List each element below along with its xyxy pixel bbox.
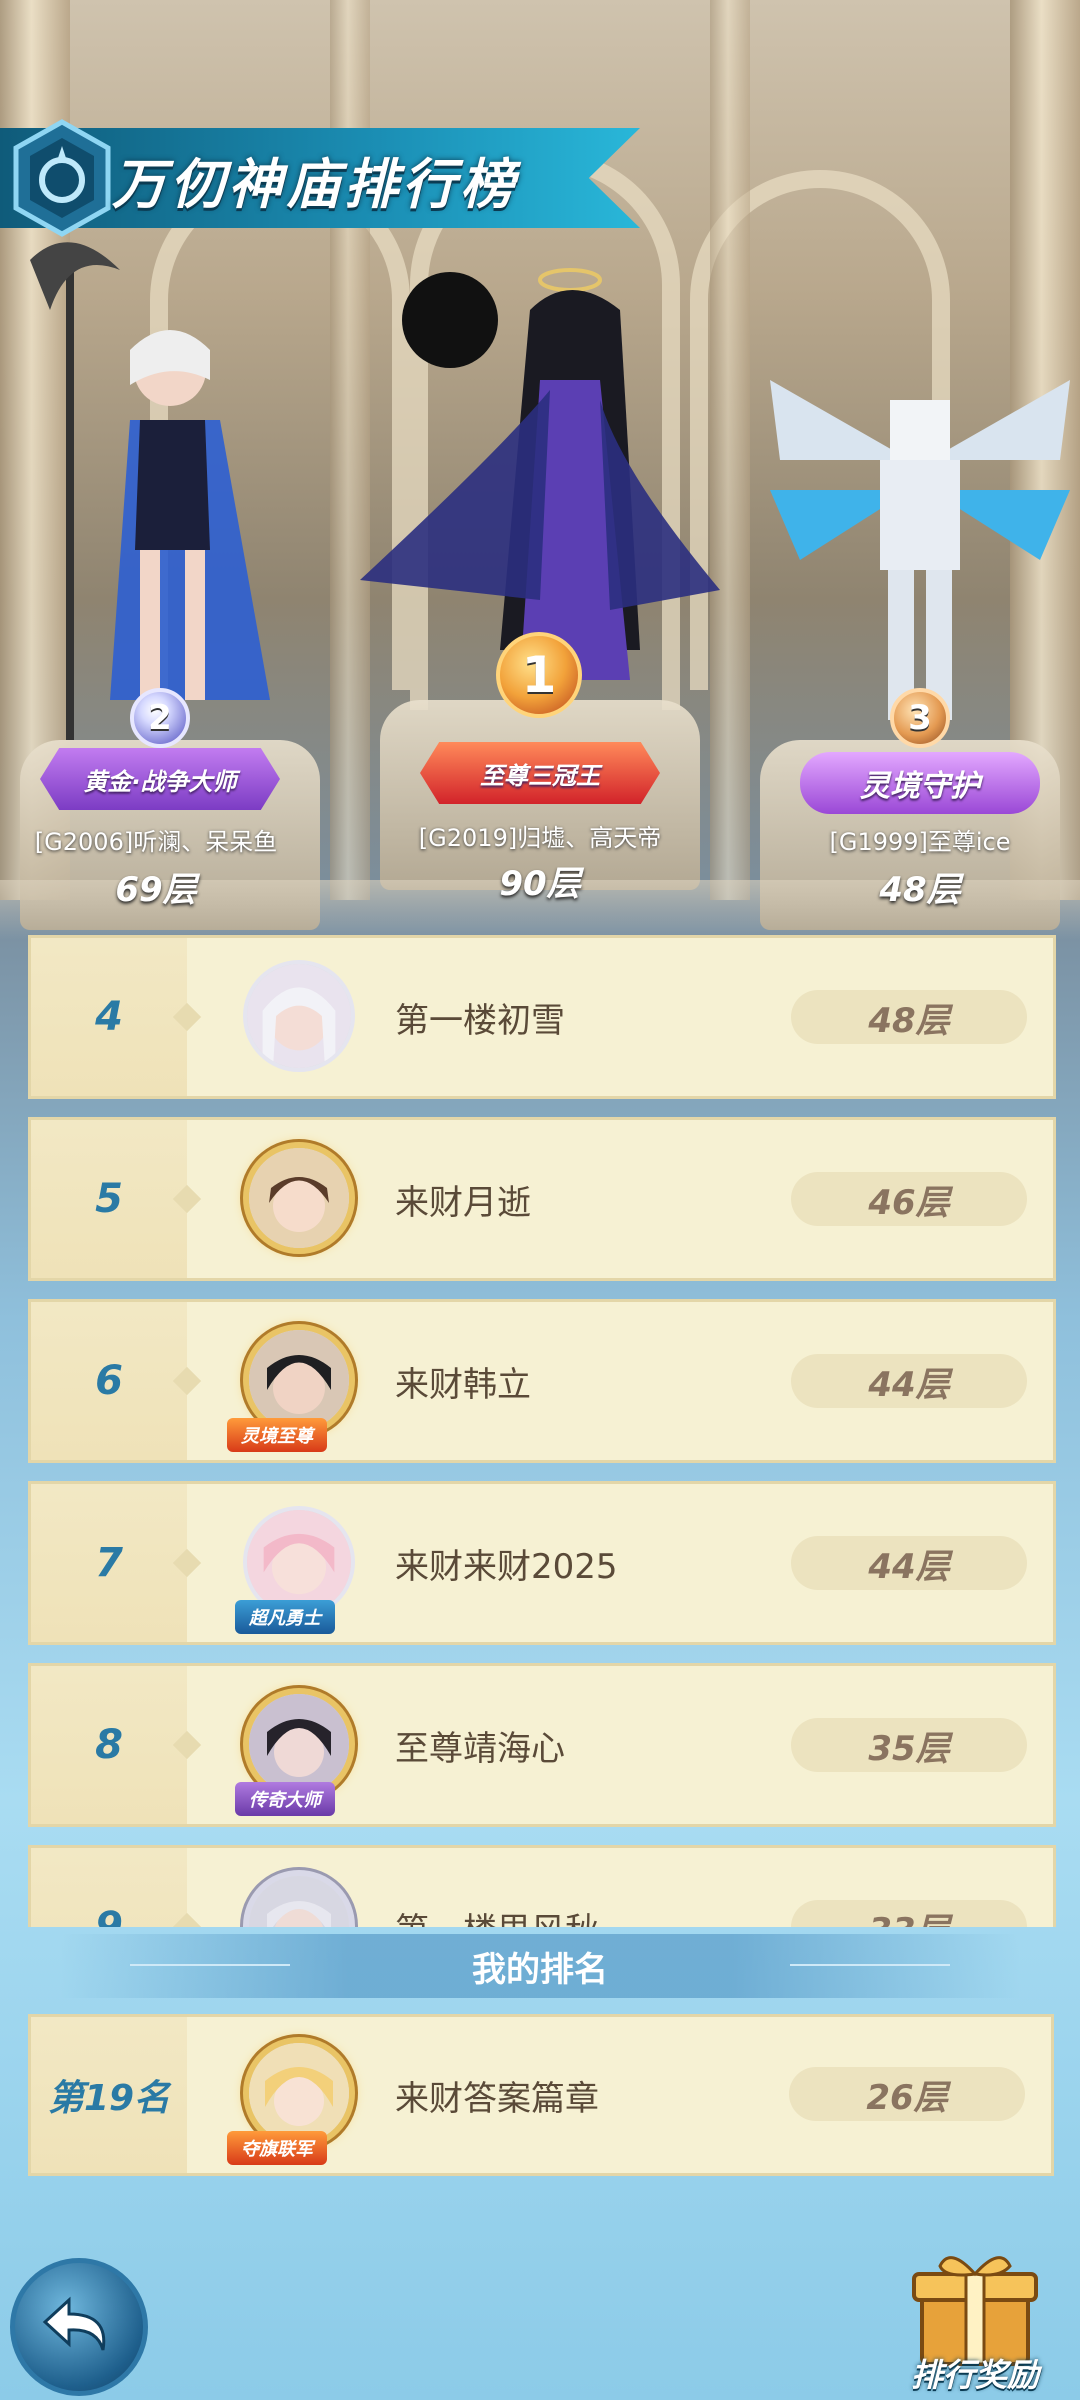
player-name: 第一楼思风秋 [395, 1848, 599, 1928]
character-rank-3 [760, 340, 1080, 740]
floor-count: 44层 [791, 1536, 1027, 1590]
floor-count: 33层 [791, 1900, 1027, 1927]
rank-number: 4 [95, 994, 123, 1040]
rank-3-player-name[interactable]: [G1999]至尊ice [770, 822, 1070, 857]
rank-number: 6 [95, 1358, 123, 1404]
my-rank-number: 第19名 [47, 2078, 171, 2119]
my-rank-header: 我的排名 [60, 1934, 1020, 1998]
leaderboard-list[interactable]: 4 第一楼初雪 48层 5 来财月逝 46层 6 灵境至尊 来财韩立 44层 7… [28, 935, 1056, 1927]
avatar[interactable] [243, 960, 355, 1072]
rank-number: 5 [95, 1176, 123, 1222]
floor-count: 48层 [791, 990, 1027, 1044]
back-arrow-icon [42, 2296, 106, 2351]
table-row[interactable]: 7 超凡勇士 来财来财2025 44层 [28, 1481, 1056, 1645]
rank-3-medal: 3 [890, 688, 950, 748]
avatar-title-badge: 传奇大师 [235, 1782, 335, 1816]
table-row[interactable]: 5 来财月逝 46层 [28, 1117, 1056, 1281]
floor-count: 44层 [791, 1354, 1027, 1408]
player-name: 至尊靖海心 [395, 1728, 565, 1769]
ranking-screen: 万仞神庙排行榜 2 黄金·战争大师 [G2006]听澜、呆呆鱼 69层 1 至尊… [0, 0, 1080, 2400]
player-name: 来财来财2025 [395, 1546, 618, 1587]
table-row[interactable]: 4 第一楼初雪 48层 [28, 935, 1056, 1099]
floor-count: 35层 [791, 1718, 1027, 1772]
table-row[interactable]: 8 传奇大师 至尊靖海心 35层 [28, 1663, 1056, 1827]
rank-2-floor: 69层 [115, 870, 197, 910]
avatar[interactable] [243, 1142, 355, 1254]
table-row[interactable]: 9 第一楼思风秋 33层 [28, 1845, 1056, 1927]
avatar[interactable] [243, 1870, 355, 1927]
rank-3-floor: 48层 [879, 870, 961, 910]
rank-1-title-badge: 至尊三冠王 [420, 742, 660, 804]
rank-number: 8 [95, 1722, 123, 1768]
my-player-name: 来财答案篇章 [395, 2078, 599, 2119]
rank-2-medal: 2 [130, 688, 190, 748]
page-title: 万仞神庙排行榜 [112, 153, 518, 216]
avatar-title-badge: 灵境至尊 [227, 1418, 327, 1452]
my-floor-count: 26层 [789, 2067, 1025, 2121]
character-rank-2 [10, 220, 310, 750]
player-name: 来财韩立 [395, 1364, 531, 1405]
back-button[interactable] [10, 2258, 148, 2396]
rank-1-player-name[interactable]: [G2019]归墟、高天帝 [390, 818, 690, 853]
rank-1-floor: 90层 [499, 864, 581, 904]
rank-number: 7 [95, 1540, 123, 1586]
rank-number: 9 [95, 1904, 123, 1927]
player-name: 第一楼初雪 [395, 1000, 565, 1041]
rank-2-player-name[interactable]: [G2006]听澜、呆呆鱼 [6, 822, 306, 857]
rank-3-title-badge: 灵境守护 [800, 752, 1040, 814]
rank-2-title-badge: 黄金·战争大师 [40, 748, 280, 810]
table-row[interactable]: 6 灵境至尊 来财韩立 44层 [28, 1299, 1056, 1463]
player-name: 来财月逝 [395, 1182, 531, 1223]
ranking-reward-label: 排行奖励 [910, 2356, 1039, 2394]
my-rank-row[interactable]: 第19名 夺旗联军 来财答案篇章 26层 [28, 2014, 1054, 2176]
floor-count: 46层 [791, 1172, 1027, 1226]
rank-1-medal: 1 [496, 632, 582, 718]
my-rank-header-label: 我的排名 [472, 1949, 608, 1990]
my-avatar-title-badge: 夺旗联军 [227, 2131, 327, 2165]
avatar-title-badge: 超凡勇士 [235, 1600, 335, 1634]
